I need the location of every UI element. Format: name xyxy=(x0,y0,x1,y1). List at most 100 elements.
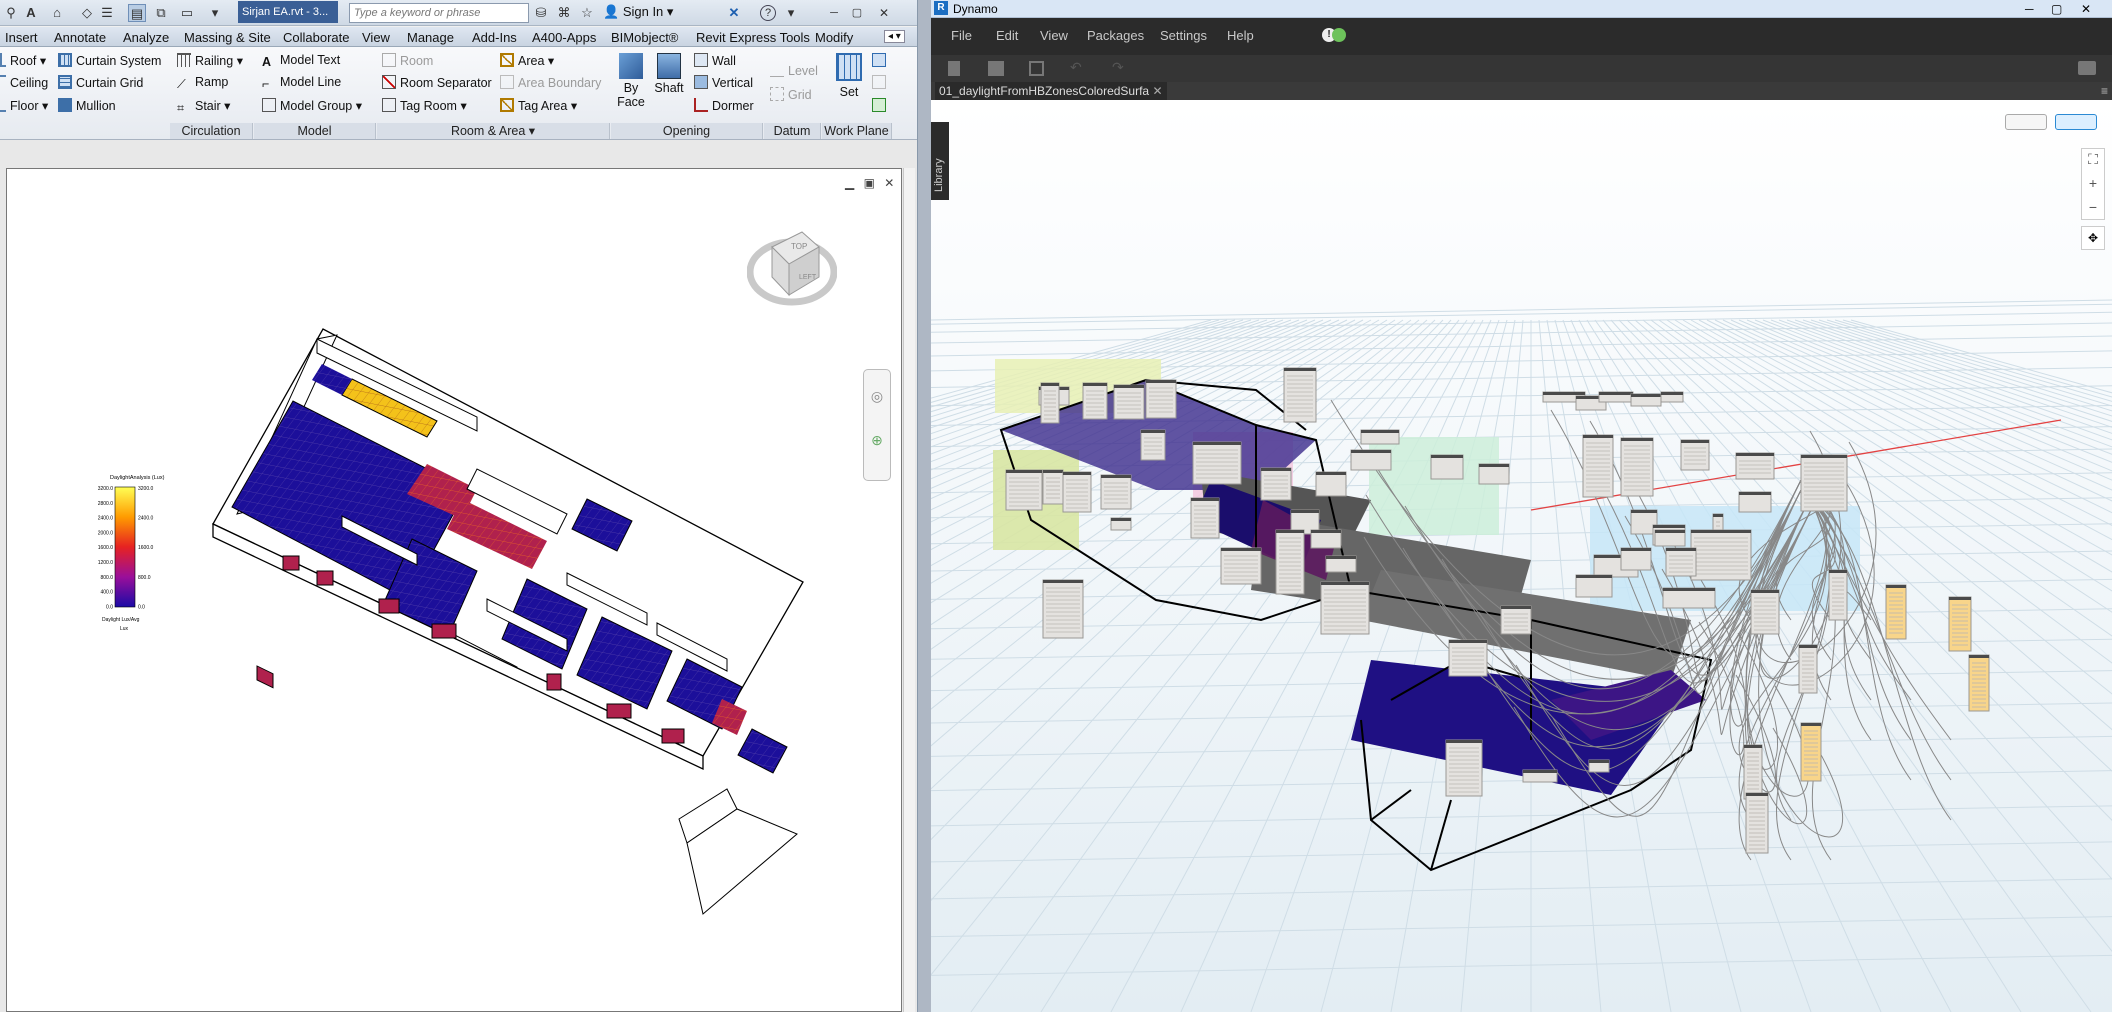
curtain-grid-button[interactable]: Curtain Grid xyxy=(58,75,143,90)
by-face-button[interactable]: By Face xyxy=(616,53,646,109)
mullion-button[interactable]: Mullion xyxy=(58,98,116,113)
thin-lines-icon[interactable]: ☰ xyxy=(98,4,116,22)
steering-wheel-icon[interactable]: ◎ xyxy=(867,386,887,406)
zoom-out-icon[interactable]: − xyxy=(2083,197,2103,217)
dormer-button[interactable]: Dormer xyxy=(694,98,754,113)
graph-node[interactable] xyxy=(1582,434,1614,498)
view-close-icon[interactable]: ✕ xyxy=(884,176,894,190)
graph-node[interactable] xyxy=(1113,384,1145,420)
tab-bimobject[interactable]: BIMobject® xyxy=(611,30,678,45)
help-icon[interactable]: ? xyxy=(760,5,776,21)
graph-node[interactable] xyxy=(1082,382,1108,420)
graph-node[interactable] xyxy=(1042,579,1084,639)
window-icon[interactable]: ▭ xyxy=(178,4,196,22)
level-button[interactable]: Level xyxy=(770,63,818,78)
room-button[interactable]: Room xyxy=(382,53,433,68)
open-file-icon[interactable] xyxy=(988,61,1004,76)
stair-button[interactable]: ⌗ Stair ▾ xyxy=(177,98,230,115)
camera-icon[interactable] xyxy=(2078,61,2096,75)
status-green-icon[interactable] xyxy=(1332,28,1346,42)
tab-manage[interactable]: Manage xyxy=(407,30,454,45)
graph-node[interactable] xyxy=(1828,569,1848,621)
graph-node[interactable] xyxy=(1430,454,1464,480)
ceiling-button[interactable]: Ceiling xyxy=(0,75,48,90)
close-icon[interactable]: ✕ xyxy=(875,4,893,22)
section-icon[interactable]: ◇ xyxy=(78,4,96,22)
view-cube[interactable]: TOP LEFT xyxy=(746,217,838,307)
dyn-close-icon[interactable]: ✕ xyxy=(2081,0,2091,18)
curtain-system-button[interactable]: Curtain System xyxy=(58,53,161,68)
tab-massing-site[interactable]: Massing & Site xyxy=(184,30,271,45)
floor-button[interactable]: Floor ▾ xyxy=(0,98,48,113)
graph-node[interactable] xyxy=(1620,437,1654,497)
close-hidden-icon[interactable]: ⧉ xyxy=(152,4,170,22)
model-group-button[interactable]: Model Group ▾ xyxy=(262,98,362,113)
model-text-button[interactable]: A Model Text xyxy=(262,53,340,69)
text-icon[interactable]: A xyxy=(22,4,40,22)
graph-node[interactable] xyxy=(1140,429,1166,461)
menu-edit[interactable]: Edit xyxy=(996,28,1018,43)
graph-node[interactable] xyxy=(1690,529,1752,581)
ref-plane-icon[interactable] xyxy=(872,75,886,89)
dyn-minimize-icon[interactable]: ─ xyxy=(2025,0,2034,18)
undo-icon[interactable]: ↶ xyxy=(1070,59,1082,76)
graph-node[interactable] xyxy=(1745,792,1769,854)
menu-view[interactable]: View xyxy=(1040,28,1068,43)
graph-node[interactable] xyxy=(1220,547,1262,585)
ribbon-toggle-icon[interactable]: ◂ ▾ xyxy=(884,30,905,43)
graph-node[interactable] xyxy=(1100,474,1132,510)
sign-in-button[interactable]: 👤 Sign In ▾ xyxy=(603,4,673,20)
customize-qat-icon[interactable]: ▾ xyxy=(206,4,224,22)
roof-button[interactable]: Roof ▾ xyxy=(0,53,46,68)
new-file-icon[interactable] xyxy=(948,61,960,76)
tab-menu-icon[interactable]: ≡ xyxy=(2101,84,2108,98)
switch-windows-icon[interactable]: ▤ xyxy=(128,4,146,22)
zoom-fit-icon[interactable]: ⛶ xyxy=(2083,149,2103,169)
menu-settings[interactable]: Settings xyxy=(1160,28,1207,43)
graph-node[interactable] xyxy=(1620,547,1652,571)
zoom-region-icon[interactable]: ⊕ xyxy=(867,430,887,450)
search-input[interactable]: Type a keyword or phrase xyxy=(349,3,529,23)
tab-revit-express-tools[interactable]: Revit Express Tools xyxy=(696,30,810,45)
tab-annotate[interactable]: Annotate xyxy=(54,30,106,45)
viewer-icon[interactable] xyxy=(872,98,886,112)
3d-view-canvas[interactable]: DaylightAnalysis (Lux) 3200.0 2800.0 2400.… xyxy=(6,168,902,1012)
tab-analyze[interactable]: Analyze xyxy=(123,30,169,45)
graph-node[interactable] xyxy=(1575,574,1613,598)
graph-node[interactable] xyxy=(1680,439,1710,471)
show-work-plane-icon[interactable] xyxy=(872,53,886,67)
maximize-icon[interactable]: ▢ xyxy=(848,4,866,22)
tag-area-button[interactable]: Tag Area ▾ xyxy=(500,98,577,113)
menu-file[interactable]: File xyxy=(951,28,972,43)
tab-view[interactable]: View xyxy=(362,30,390,45)
area-boundary-button[interactable]: Area Boundary xyxy=(500,75,601,90)
exchange-apps-icon[interactable]: ✕ xyxy=(725,4,743,22)
binoculars-icon[interactable]: ⛁ xyxy=(532,4,550,22)
railing-button[interactable]: Railing ▾ xyxy=(177,53,243,68)
tab-collaborate[interactable]: Collaborate xyxy=(283,30,350,45)
menu-packages[interactable]: Packages xyxy=(1087,28,1144,43)
subscription-icon[interactable]: ⌘ xyxy=(555,4,573,22)
workspace-tab[interactable]: 01_daylightFromHBZonesColoredSurfa ✕ xyxy=(935,82,1167,100)
tab-close-icon[interactable]: ✕ xyxy=(1152,84,1162,98)
room-separator-button[interactable]: Room Separator xyxy=(382,75,492,90)
view-minimize-icon[interactable]: ▁ xyxy=(845,176,854,190)
minimize-icon[interactable]: ─ xyxy=(825,4,843,22)
graph-node[interactable] xyxy=(1735,452,1775,480)
ramp-button[interactable]: ⟋ Ramp xyxy=(177,75,228,91)
redo-icon[interactable]: ↷ xyxy=(1112,59,1124,76)
vertical-scrollbar[interactable] xyxy=(903,168,915,1012)
geometry-view-toggle-icon[interactable] xyxy=(2005,114,2047,130)
grid-button[interactable]: Grid xyxy=(770,87,812,102)
3d-view-icon[interactable]: ⌂ xyxy=(48,4,66,22)
star-icon[interactable]: ☆ xyxy=(578,4,596,22)
save-icon[interactable] xyxy=(1029,61,1044,76)
graph-node[interactable] xyxy=(1315,471,1347,497)
model-line-button[interactable]: ⌐ Model Line xyxy=(262,75,341,91)
view-restore-icon[interactable]: ▣ xyxy=(864,176,875,190)
dynamo-canvas[interactable]: Library ⛶ + − ✥ xyxy=(931,100,2112,1012)
tab-add-ins[interactable]: Add-Ins xyxy=(472,30,517,45)
menu-help[interactable]: Help xyxy=(1227,28,1254,43)
tag-room-button[interactable]: Tag Room ▾ xyxy=(382,98,467,113)
area-button[interactable]: Area ▾ xyxy=(500,53,554,68)
